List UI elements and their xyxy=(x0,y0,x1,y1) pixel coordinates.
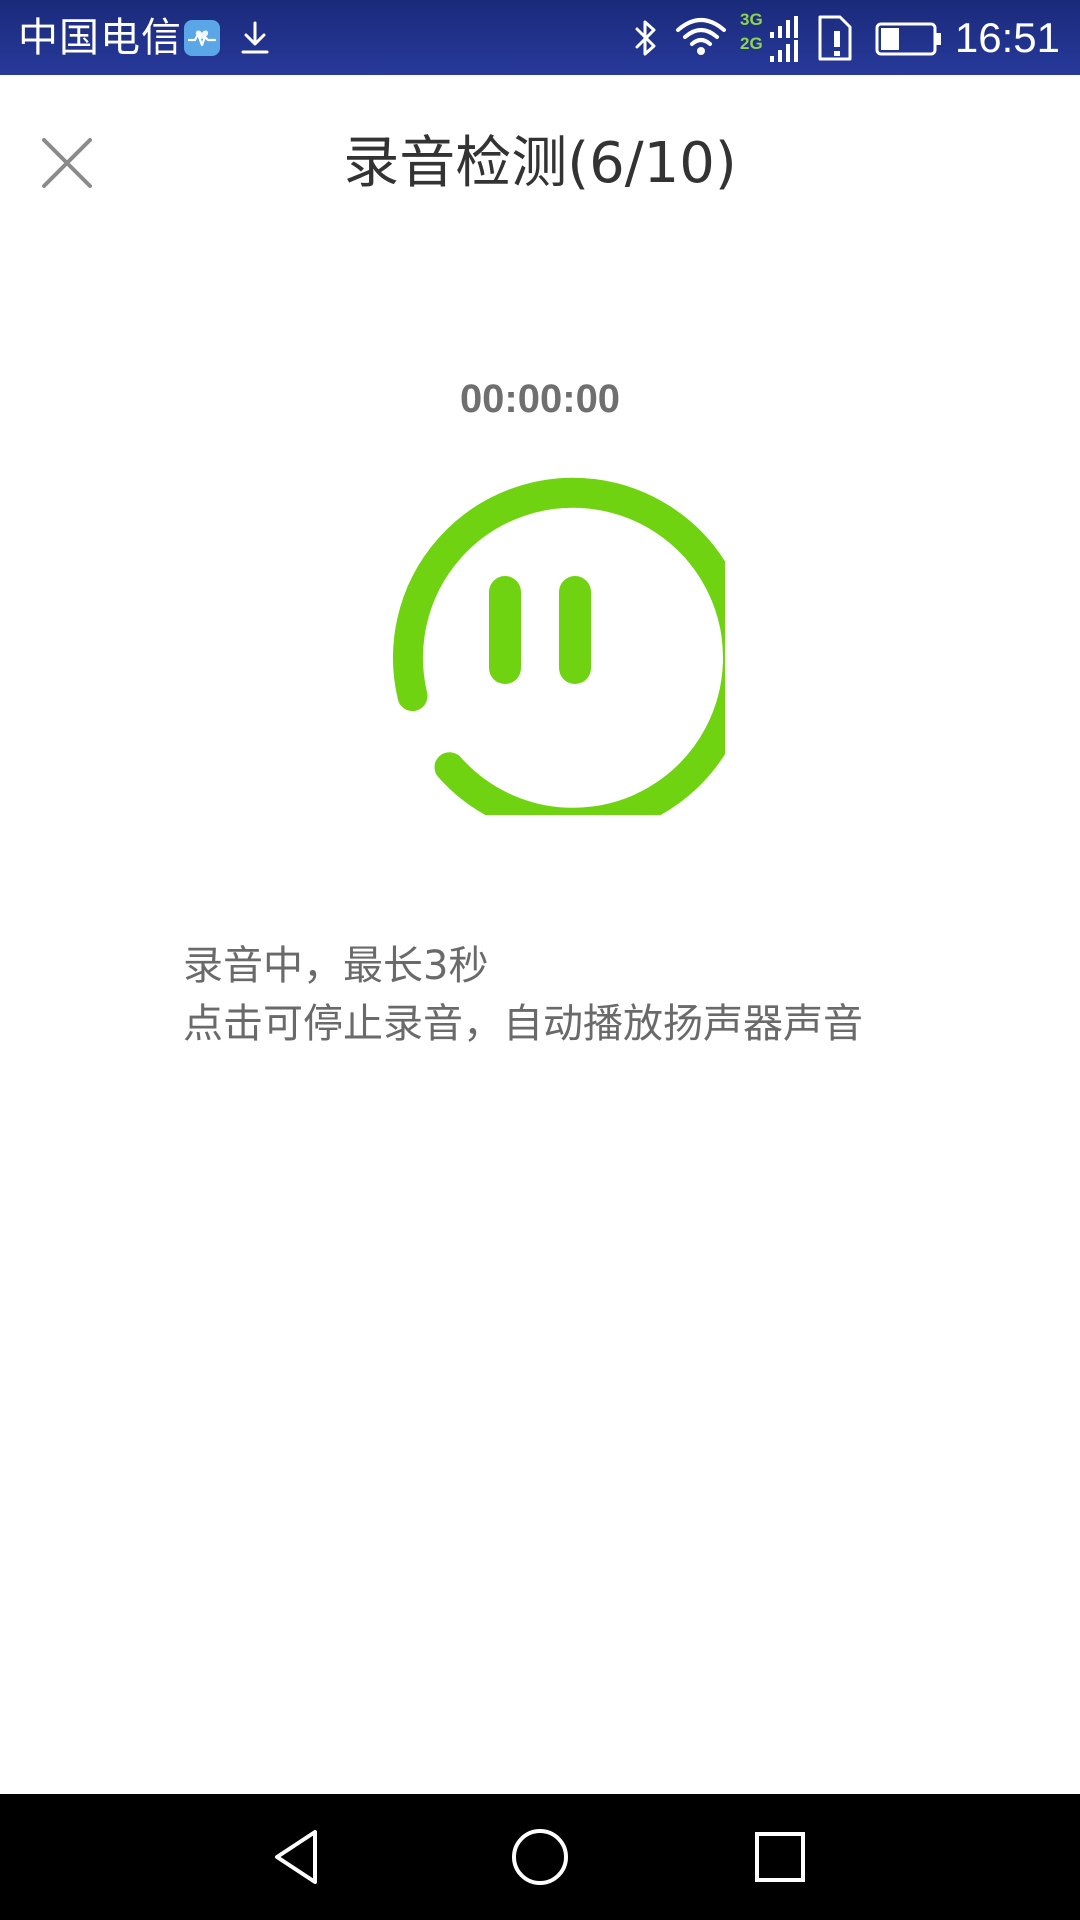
sim-alert-icon xyxy=(816,13,856,63)
instruction-line-2: 点击可停止录音，自动播放扬声器声音 xyxy=(183,1001,863,1047)
pause-icon xyxy=(489,576,591,684)
download-icon xyxy=(238,19,272,57)
navigation-bar xyxy=(0,1794,1080,1920)
recording-instructions: 录音中，最长3秒 点击可停止录音，自动播放扬声器声音 xyxy=(183,937,1043,1053)
status-clock: 16:51 xyxy=(954,14,1060,61)
nav-recents-button[interactable] xyxy=(745,1822,815,1892)
recents-icon xyxy=(755,1832,805,1882)
health-icon xyxy=(184,20,220,56)
recording-timer: 00:00:00 xyxy=(459,377,621,421)
nav-back-button[interactable] xyxy=(265,1822,335,1892)
home-icon xyxy=(512,1829,568,1885)
battery-icon xyxy=(875,22,943,56)
wifi-icon xyxy=(675,16,727,58)
status-bar: 中国电信 3G 2G 16:51 xyxy=(0,0,1080,75)
page-title: 录音检测(6/10) xyxy=(343,131,737,196)
stop-recording-button[interactable] xyxy=(355,445,753,838)
nav-home-button[interactable] xyxy=(505,1822,575,1892)
bluetooth-icon xyxy=(630,16,662,60)
cellular-signal-icon: 3G 2G xyxy=(740,10,802,66)
network-type-primary: 3G xyxy=(740,10,763,29)
network-type-secondary: 2G xyxy=(740,34,763,53)
instruction-line-1: 录音中，最长3秒 xyxy=(183,943,489,989)
carrier-name: 中国电信 xyxy=(18,15,182,61)
back-icon xyxy=(275,1830,317,1884)
